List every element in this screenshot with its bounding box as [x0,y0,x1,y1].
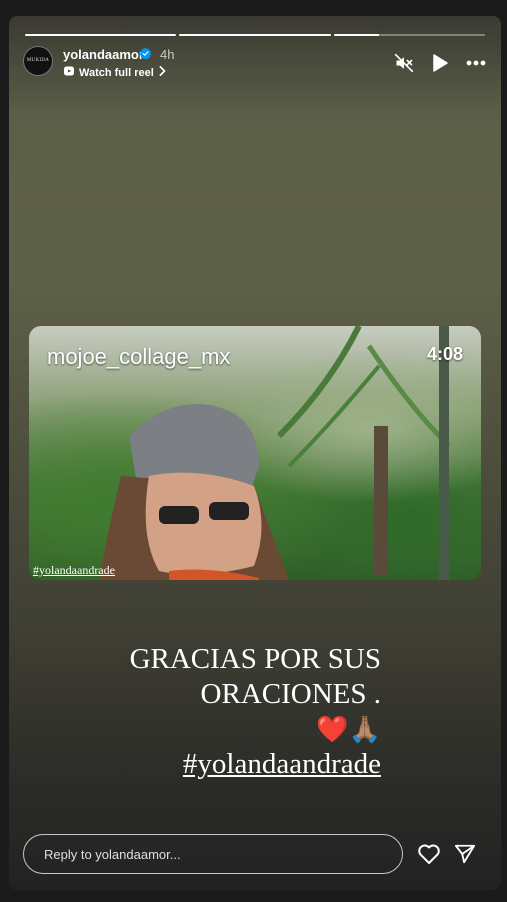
caption-hashtag-link[interactable]: #yolandaandrade [183,747,381,782]
progress-segment [179,34,331,36]
send-button[interactable] [453,842,477,866]
progress-fill [179,34,331,36]
muted-speaker-icon [394,53,414,73]
watch-full-reel-label: Watch full reel [79,66,154,79]
reply-input[interactable] [23,834,403,874]
shared-reel-preview[interactable]: mojoe_collage_mx 4:08 #yolandaandrade [29,326,481,580]
send-icon [454,844,476,864]
more-options-button[interactable] [465,52,487,74]
like-button[interactable] [417,842,441,866]
play-icon [433,54,448,72]
mute-button[interactable] [393,52,415,74]
post-time: 4h [160,47,175,62]
story-controls [393,52,487,74]
avatar-logo-text: MUKIDA [26,58,50,63]
username[interactable]: yolandaamor [63,47,144,62]
story-footer [23,834,487,876]
progress-fill [333,34,380,36]
progress-fill [25,34,177,36]
story-progress [25,34,485,36]
play-button[interactable] [429,52,451,74]
progress-segment [333,34,485,36]
reel-duration: 4:08 [426,344,463,364]
caption-line: GRACIAS POR SUS [129,643,381,675]
heart-icon [418,844,440,864]
reel-tag-link[interactable]: #yolandaandrade [33,563,115,578]
story-header: MUKIDA yolandaamor 4h Watch full reel [23,46,487,80]
avatar[interactable]: MUKIDA [23,46,53,76]
more-horizontal-icon [466,60,486,66]
story-viewer: MUKIDA yolandaamor 4h Watch full reel mo… [9,16,501,890]
story-caption: GRACIAS POR SUS ORACIONES . ❤️🙏🏽 #yoland… [130,642,381,782]
chevron-right-icon [158,66,166,79]
caption-line: ORACIONES . [200,678,381,710]
caption-emoji: ❤️🙏🏽 [316,715,381,744]
verified-icon [139,47,152,60]
watch-full-reel-link[interactable]: Watch full reel [63,65,166,80]
reel-watermark: mojoe_collage_mx [47,344,231,369]
reel-icon [63,65,75,80]
progress-segment [25,34,177,36]
